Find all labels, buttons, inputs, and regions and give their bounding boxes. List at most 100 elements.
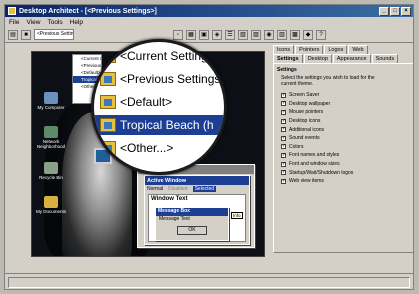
menu-view[interactable]: View [26,19,40,26]
active-window-sample: Active Window Normal Disabled Selected W… [144,175,250,245]
tool-icon-7[interactable]: ▨ [251,29,261,40]
magnifier-lens: <Current Settings> <Previous Settings> <… [91,39,227,175]
window-title: Desktop Architect - [<Previous Settings>… [19,7,157,15]
tool-icon-11[interactable]: ◆ [303,29,313,40]
minimize-button[interactable]: _ [379,6,389,16]
main-area: My Computer Network Neighborhood Recycle… [5,39,413,263]
magnified-item: <Default> [94,92,224,112]
maximize-button[interactable]: □ [390,6,400,16]
sample-menu-disabled: Disabled [168,186,188,192]
option-screen-saver[interactable]: ✓ Screen Saver [281,91,411,100]
app-icon [8,7,16,15]
theme-combo[interactable]: <Previous Settings> [34,29,74,40]
magnified-item: <Previous Settings> [94,69,224,89]
checkbox[interactable]: ✓ [281,127,286,133]
checkbox[interactable]: ✓ [281,101,286,107]
magnified-item-selected: Tropical Beach (h [94,115,224,135]
sample-menu-selected: Selected [192,186,217,192]
tabs-row-1: Icons Pointers Logos Web [273,45,413,54]
sample-menu: Normal Disabled Selected [145,185,249,193]
folder-icon [44,196,58,208]
network-icon [44,126,58,138]
option-font-sizes[interactable]: ✓ Font and window sizes [281,160,411,169]
desktop-icon-my-documents[interactable]: My Documents [34,196,68,214]
settings-panel: Icons Pointers Logos Web Settings Deskto… [273,45,413,263]
ok-button[interactable]: OK [177,226,207,235]
menu-help[interactable]: Help [70,19,83,26]
message-text: Message Text [159,216,190,222]
settings-tab-panel: Settings Select the settings you wish to… [273,63,413,253]
tab-settings[interactable]: Settings [273,54,303,63]
tool-icon-9[interactable]: ▥ [277,29,287,40]
tab-icons[interactable]: Icons [273,45,295,54]
settings-description: Select the settings you wish to load for… [281,75,375,87]
message-box-title: Message Box [156,208,228,216]
checkbox[interactable]: ✓ [281,178,286,184]
inactive-window-sample: Inactive Window Active Window Normal Dis… [137,164,255,248]
tab-appearance[interactable]: Appearance [332,54,371,63]
checkbox[interactable]: ✓ [281,135,286,141]
desktop-icon-recycle-bin[interactable]: Recycle Bin [34,162,68,180]
window-text-label: Window Text [151,196,188,202]
computer-icon [44,92,58,104]
magnified-item: <Current Settings> [94,46,224,66]
title-bar: Desktop Architect - [<Previous Settings>… [5,5,413,17]
tool-icon-2[interactable]: ▦ [186,29,196,40]
tab-web[interactable]: Web [348,45,368,54]
option-mouse-pointers[interactable]: ✓ Mouse pointers [281,108,411,117]
theme-folder-icon [100,118,116,132]
window-text-area: Window Text Message Box Message Text OK … [148,194,246,242]
theme-folder-icon [100,95,116,109]
checkbox[interactable]: ✓ [281,92,286,98]
close-button[interactable]: × [401,6,411,16]
checkbox[interactable]: ✓ [281,118,286,124]
option-web-view[interactable]: ✓ Web view items [281,177,411,186]
tab-pointers[interactable]: Pointers [295,45,324,54]
app-window: Desktop Architect - [<Previous Settings>… [4,4,414,290]
tool-icon-1[interactable]: ▫ [173,29,183,40]
menu-tools[interactable]: Tools [47,19,62,26]
sample-menu-normal: Normal [147,186,164,192]
menu-bar: File View Tools Help [5,17,413,27]
option-font-names[interactable]: ✓ Font names and styles [281,151,411,160]
active-window-title: Active Window [145,176,249,185]
checkbox[interactable]: ✓ [281,109,286,115]
message-box-sample: Message Box Message Text OK [155,207,229,241]
tool-icon-8[interactable]: ◉ [264,29,274,40]
checkbox[interactable]: ✓ [281,161,286,167]
open-icon[interactable]: ▤ [8,29,18,40]
tool-icon-5[interactable]: ☰ [225,29,235,40]
theme-folder-icon [100,141,116,155]
option-additional-icons[interactable]: ✓ Additional icons [281,125,411,134]
recycle-bin-icon [44,162,58,174]
menu-file[interactable]: File [9,19,19,26]
settings-header: Settings [277,67,297,73]
tool-icon-3[interactable]: ▣ [199,29,209,40]
save-icon[interactable]: ■ [21,29,31,40]
desktop-icon-network[interactable]: Network Neighborhood [34,126,68,149]
theme-folder-icon [100,72,116,86]
status-bar [5,273,413,289]
option-desktop-icons[interactable]: ✓ Desktop icons [281,117,411,126]
checkbox[interactable]: ✓ [281,152,286,158]
theme-folder-icon [100,49,116,63]
help-icon[interactable]: ? [316,29,326,40]
option-sound-events[interactable]: ✓ Sound events [281,134,411,143]
magnified-item: <Other...> [94,138,224,158]
toolbar: ▤ ■ <Previous Settings> ▫ ▦ ▣ ◈ ☰ ▧ ▨ ◉ … [5,27,413,43]
tab-logos[interactable]: Logos [324,45,348,54]
tab-desktop[interactable]: Desktop [303,54,332,63]
checkbox[interactable]: ✓ [281,170,286,176]
option-desktop-wallpaper[interactable]: ✓ Desktop wallpaper [281,100,411,109]
info-tooltip: Info [231,212,243,219]
desktop-icon-my-computer[interactable]: My Computer [34,92,68,110]
option-colors[interactable]: ✓ Colors [281,143,411,152]
option-logos[interactable]: ✓ Startup/Wait/Shutdown logos [281,168,411,177]
tabs-row-2: Settings Desktop Appearance Sounds [273,54,413,63]
tab-sounds[interactable]: Sounds [371,54,399,63]
status-well [8,277,410,288]
tool-icon-6[interactable]: ▧ [238,29,248,40]
tool-icon-4[interactable]: ◈ [212,29,222,40]
tool-icon-10[interactable]: ▩ [290,29,300,40]
checkbox[interactable]: ✓ [281,144,286,150]
